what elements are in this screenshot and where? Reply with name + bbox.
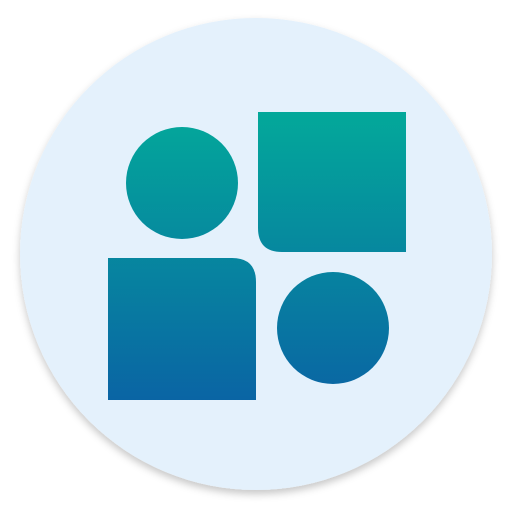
shapes-grid-icon <box>20 18 492 490</box>
bottom-left-square <box>108 258 256 400</box>
bottom-right-circle <box>277 272 389 384</box>
top-left-circle <box>126 127 238 239</box>
top-right-square <box>258 112 406 252</box>
app-icon <box>0 0 512 512</box>
background-circle <box>20 18 492 490</box>
